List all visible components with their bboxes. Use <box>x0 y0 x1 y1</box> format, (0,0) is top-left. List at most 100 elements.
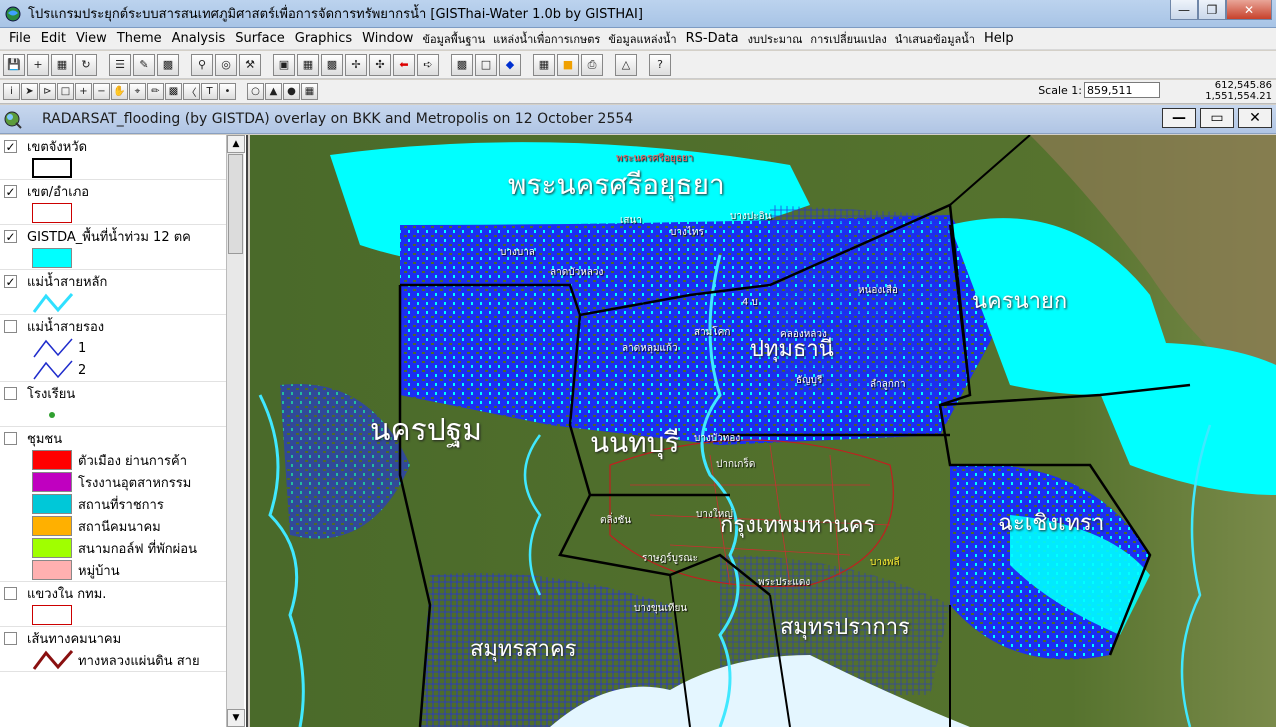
area-icon[interactable]: ▩ <box>165 83 182 100</box>
menu-item-6[interactable]: Graphics <box>290 31 357 46</box>
layer-header[interactable]: โรงเรียน <box>0 382 226 404</box>
select-all-icon[interactable]: ▩ <box>321 53 343 76</box>
layer-visibility-checkbox[interactable]: ✓ <box>4 184 17 198</box>
add-theme-icon[interactable]: + <box>27 53 49 76</box>
layer-visibility-checkbox[interactable] <box>4 631 17 645</box>
layer-header[interactable]: ชุมชน <box>0 427 226 449</box>
view-minimize-button[interactable]: — <box>1162 108 1196 128</box>
table-icon[interactable]: ▦ <box>51 53 73 76</box>
legend-layer[interactable]: แขวงใน กทม. <box>0 582 226 627</box>
photo-icon[interactable]: ▲ <box>265 83 282 100</box>
menu-item-15[interactable]: Help <box>979 31 1019 46</box>
menu-item-12[interactable]: งบประมาณ <box>744 30 807 48</box>
help-icon[interactable]: ? <box>649 53 671 76</box>
menu-item-11[interactable]: RS-Data <box>681 31 744 46</box>
legend-symbol-row <box>0 292 226 314</box>
layer-visibility-checkbox[interactable] <box>4 431 17 445</box>
scroll-thumb[interactable] <box>228 154 243 254</box>
select-feature-icon[interactable]: ▩ <box>451 53 473 76</box>
attribute-icon[interactable]: ▦ <box>297 53 319 76</box>
scroll-up-arrow-icon[interactable]: ▲ <box>227 135 245 153</box>
point-icon[interactable]: • <box>219 83 236 100</box>
layer-visibility-checkbox[interactable] <box>4 386 17 400</box>
menu-item-9[interactable]: แหล่งน้ำเพื่อการเกษตร <box>489 30 604 48</box>
layer-header[interactable]: ✓ แม่น้ำสายหลัก <box>0 270 226 292</box>
legend-layer[interactable]: โรงเรียน <box>0 382 226 427</box>
layer-header[interactable]: ✓ เขต/อำเภอ <box>0 180 226 202</box>
layer-visibility-checkbox[interactable] <box>4 586 17 600</box>
color-icon[interactable]: ■ <box>557 53 579 76</box>
label-icon[interactable]: 〈 <box>183 83 200 100</box>
pointer-icon[interactable]: ➤ <box>21 83 38 100</box>
restore-button[interactable]: ❐ <box>1198 0 1226 20</box>
zoom-extent-icon[interactable]: ✢ <box>345 53 367 76</box>
save-icon[interactable]: 💾 <box>3 53 25 76</box>
refresh-icon[interactable]: ↻ <box>75 53 97 76</box>
grid-icon[interactable]: ▦ <box>301 83 318 100</box>
text-icon[interactable]: T <box>201 83 218 100</box>
legend-layer[interactable]: ✓ เขตจังหวัด <box>0 135 226 180</box>
legend-layer[interactable]: เส้นทางคมนาคม ทางหลวงแผ่นดิน สาย <box>0 627 226 672</box>
layer-header[interactable]: ✓ GISTDA_พื้นที่น้ำท่วม 12 ตค <box>0 225 226 247</box>
zoom-in-icon[interactable]: + <box>75 83 92 100</box>
menu-bar: File Edit View Theme Analysis Surface Graphics… <box>0 28 1276 50</box>
menu-item-5[interactable]: Surface <box>230 31 290 46</box>
layer-header[interactable]: แขวงใน กทม. <box>0 582 226 604</box>
diamond-icon[interactable]: ◆ <box>499 53 521 76</box>
menu-item-4[interactable]: Analysis <box>167 31 231 46</box>
legend-layer[interactable]: ชุมชน ตัวเมือง ย่านการค้า โรงงานอุตสาหกรรม… <box>0 427 226 582</box>
legend-layer[interactable]: ✓ GISTDA_พื้นที่น้ำท่วม 12 ตค <box>0 225 226 270</box>
info-icon[interactable]: i <box>3 83 20 100</box>
legend-layer[interactable]: ✓ แม่น้ำสายหลัก <box>0 270 226 315</box>
menu-item-0[interactable]: File <box>4 31 36 46</box>
layout-icon[interactable]: △ <box>615 53 637 76</box>
legend-symbol-row: ตัวเมือง ย่านการค้า <box>0 449 226 471</box>
menu-item-13[interactable]: การเปลี่ยนแปลง <box>806 30 890 48</box>
close-button[interactable]: ✕ <box>1226 0 1272 20</box>
find-icon[interactable]: ⚲ <box>191 53 213 76</box>
hammer-icon[interactable]: ⚒ <box>239 53 261 76</box>
back-arrow-icon[interactable]: ⬅ <box>393 53 415 76</box>
scroll-down-arrow-icon[interactable]: ▼ <box>227 709 245 727</box>
query-icon[interactable]: ▣ <box>273 53 295 76</box>
menu-item-14[interactable]: นำเสนอข้อมูลน้ำ <box>891 30 979 48</box>
measure-icon[interactable]: ⌖ <box>129 83 146 100</box>
legend-layer[interactable]: แม่น้ำสายรอง 1 2 <box>0 315 226 382</box>
menu-item-10[interactable]: ข้อมูลแหล่งน้ำ <box>604 30 680 48</box>
menu-item-1[interactable]: Edit <box>36 31 71 46</box>
layer-header[interactable]: เส้นทางคมนาคม <box>0 627 226 649</box>
view-close-button[interactable]: ✕ <box>1238 108 1272 128</box>
print-icon[interactable]: ⎙ <box>581 53 603 76</box>
menu-item-2[interactable]: View <box>71 31 112 46</box>
layer-visibility-checkbox[interactable] <box>4 319 17 333</box>
circle-icon[interactable]: ○ <box>247 83 264 100</box>
view-maximize-button[interactable]: ▭ <box>1200 108 1234 128</box>
minimize-button[interactable]: — <box>1170 0 1198 20</box>
map-icon[interactable]: ▦ <box>533 53 555 76</box>
vertex-icon[interactable]: ⊳ <box>39 83 56 100</box>
properties-icon[interactable]: ☰ <box>109 53 131 76</box>
layer-visibility-checkbox[interactable]: ✓ <box>4 274 17 288</box>
draw-icon[interactable]: ✏ <box>147 83 164 100</box>
layer-visibility-checkbox[interactable]: ✓ <box>4 229 17 243</box>
open-table-icon[interactable]: ▩ <box>157 53 179 76</box>
select-box-icon[interactable]: □ <box>57 83 74 100</box>
locate-icon[interactable]: ◎ <box>215 53 237 76</box>
layer-visibility-checkbox[interactable]: ✓ <box>4 139 17 153</box>
menu-item-3[interactable]: Theme <box>112 31 167 46</box>
zoom-out-icon[interactable]: − <box>93 83 110 100</box>
palette-icon[interactable]: ● <box>283 83 300 100</box>
forward-icon[interactable]: ➪ <box>417 53 439 76</box>
menu-item-7[interactable]: Window <box>357 31 418 46</box>
pan-icon[interactable]: ✋ <box>111 83 128 100</box>
menu-item-8[interactable]: ข้อมูลพื้นฐาน <box>418 30 489 48</box>
layer-header[interactable]: ✓ เขตจังหวัด <box>0 135 226 157</box>
map-canvas[interactable]: พระนครศรีอยุธยา นครปฐม นนทบุรี ปทุมธานี นครน… <box>250 135 1276 727</box>
legend-scrollbar[interactable]: ▲ ▼ <box>226 135 245 727</box>
layer-header[interactable]: แม่น้ำสายรอง <box>0 315 226 337</box>
scale-input[interactable] <box>1084 82 1160 98</box>
edit-legend-icon[interactable]: ✎ <box>133 53 155 76</box>
zoom-full-icon[interactable]: ✣ <box>369 53 391 76</box>
legend-layer[interactable]: ✓ เขต/อำเภอ <box>0 180 226 225</box>
clear-select-icon[interactable]: □ <box>475 53 497 76</box>
